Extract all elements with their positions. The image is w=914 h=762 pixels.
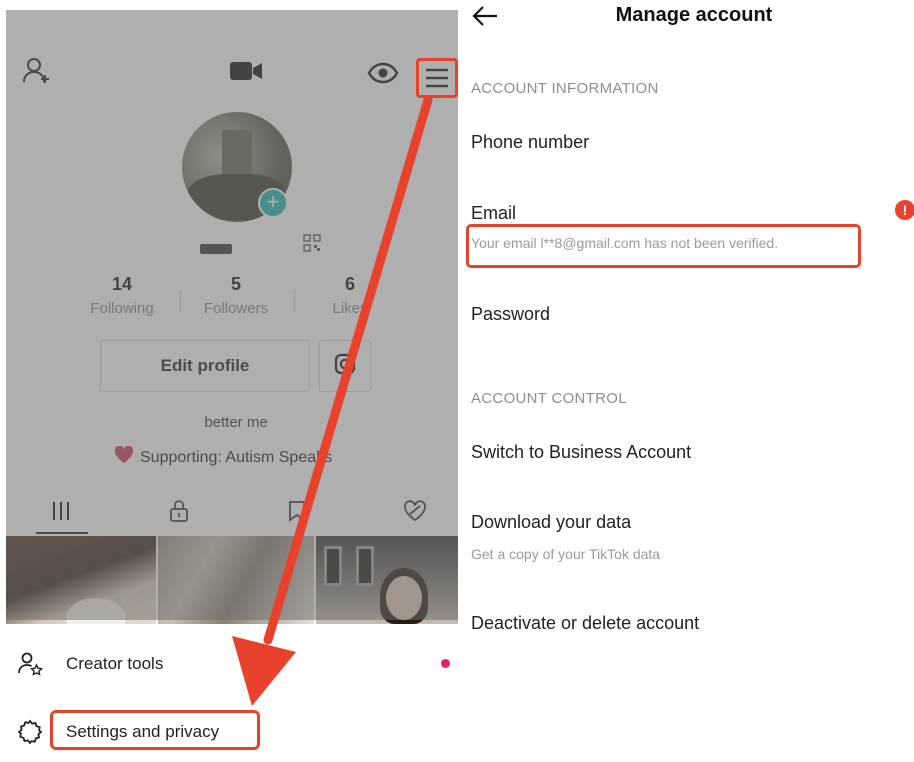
phone-number-row[interactable]: Phone number [471,132,589,153]
username-chip [200,244,232,254]
lock-icon[interactable] [164,496,194,526]
add-friend-icon[interactable] [20,54,54,88]
stat-label: Following [90,300,154,317]
stat-likes[interactable]: 6 Likes [300,274,400,317]
page-title: Manage account [615,4,773,26]
instagram-button[interactable] [319,340,371,392]
deactivate-row[interactable]: Deactivate or delete account [471,613,699,634]
highlight-box [416,58,458,98]
highlight-box [50,710,260,750]
video-thumbnail[interactable] [316,536,458,624]
switch-business-row[interactable]: Switch to Business Account [471,442,691,463]
download-data-subtitle: Get a copy of your TikTok data [471,546,661,562]
email-row[interactable]: Email [471,203,516,224]
password-row[interactable]: Password [471,304,550,325]
profile-tabs [6,492,458,536]
creator-tools-icon [16,650,44,678]
qr-code-icon[interactable] [303,234,321,252]
supporting-label: Supporting: Autism Speaks [140,448,333,466]
profile-panel: + 14 Following 5 Followers 6 Likes Edit … [6,10,458,762]
notification-dot [441,659,450,668]
stat-number: 5 [230,274,241,294]
divider [294,290,295,312]
menu-item-creator-tools[interactable]: Creator tools [16,650,163,678]
tab-underline [36,532,88,534]
profile-area: + 14 Following 5 Followers 6 Likes Edit … [6,10,458,624]
bio-text: better me [204,414,268,431]
email-warning: Your email l**8@gmail.com has not been v… [471,235,779,251]
edit-profile-button[interactable]: Edit profile [100,340,310,392]
add-photo-icon[interactable]: + [258,188,288,218]
video-thumbnail[interactable] [158,536,314,624]
stat-label: Likes [332,300,368,317]
menu-item-label: Creator tools [66,654,164,673]
divider [180,290,181,312]
liked-icon[interactable] [400,496,430,526]
stat-number: 14 [111,274,133,294]
heart-icon [114,445,134,469]
supporting-link[interactable]: Supporting: Autism Speaks [114,445,333,469]
settings-gear-icon [16,718,44,746]
video-thumbnail[interactable] [6,536,156,624]
download-data-row[interactable]: Download your data [471,512,631,533]
manage-account-screen: Manage account ACCOUNT INFORMATION Phone… [462,0,914,762]
bookmark-icon[interactable] [282,496,312,526]
section-header: ACCOUNT CONTROL [471,390,627,407]
instagram-icon [334,353,356,380]
stat-following[interactable]: 14 Following [72,274,172,317]
stat-followers[interactable]: 5 Followers [186,274,286,317]
stat-number: 6 [344,274,355,294]
alert-icon: ! [895,200,914,220]
video-icon[interactable] [228,56,264,86]
eye-icon[interactable] [366,58,400,88]
stat-label: Followers [203,300,269,317]
grid-icon[interactable] [46,496,76,526]
section-header: ACCOUNT INFORMATION [471,80,659,97]
